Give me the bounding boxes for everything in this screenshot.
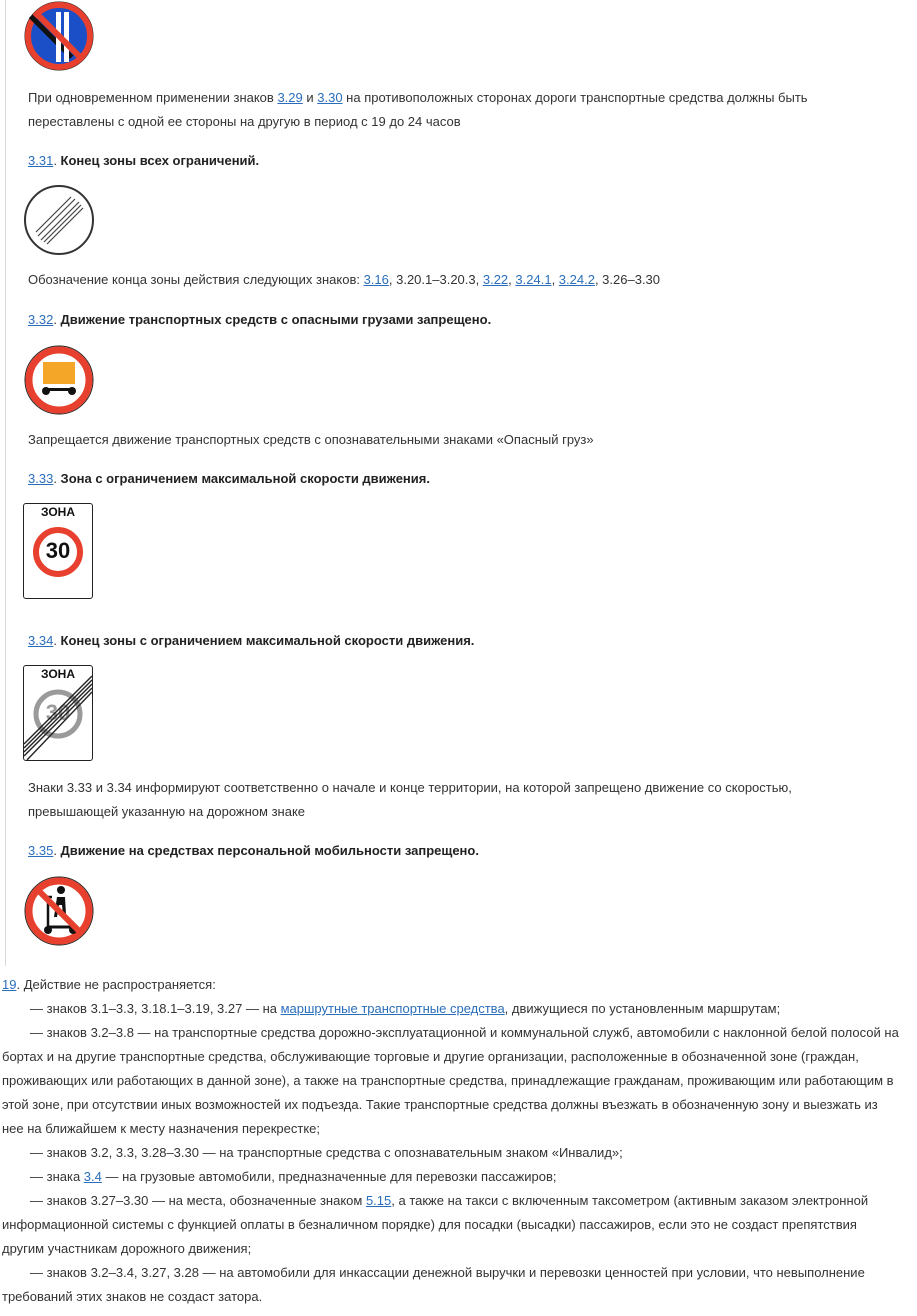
period: . [53, 312, 61, 327]
no-dangerous-goods-sign-icon [24, 345, 94, 415]
paragraph-3-29-3-30: При одновременном применении знаков 3.29… [28, 86, 808, 110]
sign-title: Конец зоны с ограничением максимальной с… [60, 633, 475, 648]
heading-3-34: 3.34. Конец зоны с ограничением максимал… [28, 629, 474, 653]
text: Обозначение конца зоны действия следующи… [28, 272, 364, 287]
period: . [53, 471, 61, 486]
description-3-32: Запрещается движение транспортных средст… [28, 432, 594, 447]
speed-value: 30 [45, 538, 71, 563]
end-of-all-restrictions-sign-icon [24, 185, 94, 255]
text: — на грузовые автомобили, предназначенны… [101, 1169, 557, 1184]
text: . Действие не распространяется: [16, 977, 216, 992]
text: и [302, 90, 318, 105]
paragraph-3-29-3-30-line2: переставлены с одной ее стороны на другу… [28, 114, 461, 129]
sign-title: Движение транспортных средств с опасными… [60, 312, 492, 327]
text: — знака [30, 1169, 84, 1184]
link-3-33[interactable]: 3.33 [28, 471, 53, 486]
text: При одновременном применении знаков [28, 90, 278, 105]
link-3-16[interactable]: 3.16 [364, 272, 389, 287]
link-3-29[interactable]: 3.29 [277, 90, 302, 105]
link-3-4[interactable]: 3.4 [84, 1169, 102, 1184]
text: — знаков 3.27–3.30 — на места, обозначен… [30, 1193, 366, 1208]
link-3-31[interactable]: 3.31 [28, 153, 53, 168]
link-route-vehicles[interactable]: маршрутные транспортные средства [281, 1001, 505, 1016]
sign-title: Конец зоны всех ограничений. [60, 153, 260, 168]
zone-label: ЗОНА [40, 505, 76, 519]
link-3-34[interactable]: 3.34 [28, 633, 53, 648]
footnote-item: — знака 3.4 — на грузовые автомобили, пр… [2, 1165, 902, 1189]
description-3-34: Знаки 3.33 и 3.34 информируют соответств… [28, 780, 792, 795]
text: , [551, 272, 559, 287]
text: , 3.26–3.30 [594, 272, 661, 287]
text: , движущиеся по установленным маршрутам; [504, 1001, 781, 1016]
heading-3-31: 3.31. Конец зоны всех ограничений. [28, 149, 259, 173]
footnote-item: — знаков 3.2–3.4, 3.27, 3.28 — на автомо… [2, 1265, 865, 1304]
end-speed-zone-sign-icon: ЗОНА 30 [23, 665, 93, 761]
no-parking-even-days-sign-icon [24, 1, 94, 71]
link-3-24-1[interactable]: 3.24.1 [515, 272, 551, 287]
link-3-32[interactable]: 3.32 [28, 312, 53, 327]
period: . [53, 633, 61, 648]
link-5-15[interactable]: 5.15 [366, 1193, 391, 1208]
heading-3-32: 3.32. Движение транспортных средств с оп… [28, 308, 491, 332]
heading-3-35: 3.35. Движение на средствах персональной… [28, 839, 479, 863]
signs-section: При одновременном применении знаков 3.29… [5, 0, 911, 966]
description-3-31: Обозначение конца зоны действия следующи… [28, 268, 660, 292]
link-3-35[interactable]: 3.35 [28, 843, 53, 858]
footnote-item: — знаков 3.2, 3.3, 3.28–3.30 — на трансп… [30, 1145, 623, 1160]
text: , 3.20.1–3.20.3, [388, 272, 483, 287]
period: . [53, 843, 61, 858]
footnote-item: — знаков 3.2–3.8 — на транспортные средс… [2, 1025, 899, 1136]
link-3-24-2[interactable]: 3.24.2 [559, 272, 595, 287]
period: . [53, 153, 61, 168]
footnote-item: — знаков 3.27–3.30 — на места, обозначен… [2, 1189, 902, 1261]
sign-title: Движение на средствах персональной мобил… [60, 843, 479, 858]
footnote-item: — знаков 3.1–3.3, 3.18.1–3.19, 3.27 — на… [2, 997, 902, 1021]
footnote-19: 19. Действие не распространяется: — знак… [2, 973, 902, 1309]
sign-title: Зона с ограничением максимальной скорост… [60, 471, 430, 486]
speed-zone-sign-icon: ЗОНА 30 [23, 503, 93, 599]
heading-3-33: 3.33. Зона с ограничением максимальной с… [28, 467, 430, 491]
footnote-intro: 19. Действие не распространяется: [2, 973, 902, 997]
text: — знаков 3.1–3.3, 3.18.1–3.19, 3.27 — на [30, 1001, 281, 1016]
no-scooter-sign-icon [24, 876, 94, 946]
link-3-30[interactable]: 3.30 [317, 90, 342, 105]
link-3-22[interactable]: 3.22 [483, 272, 508, 287]
strike-lines-icon [24, 675, 92, 760]
text: на противоположных сторонах дороги транс… [342, 90, 808, 105]
description-3-34-line2: превышающей указанную на дорожном знаке [28, 804, 306, 819]
footnote-link-19[interactable]: 19 [2, 977, 16, 992]
